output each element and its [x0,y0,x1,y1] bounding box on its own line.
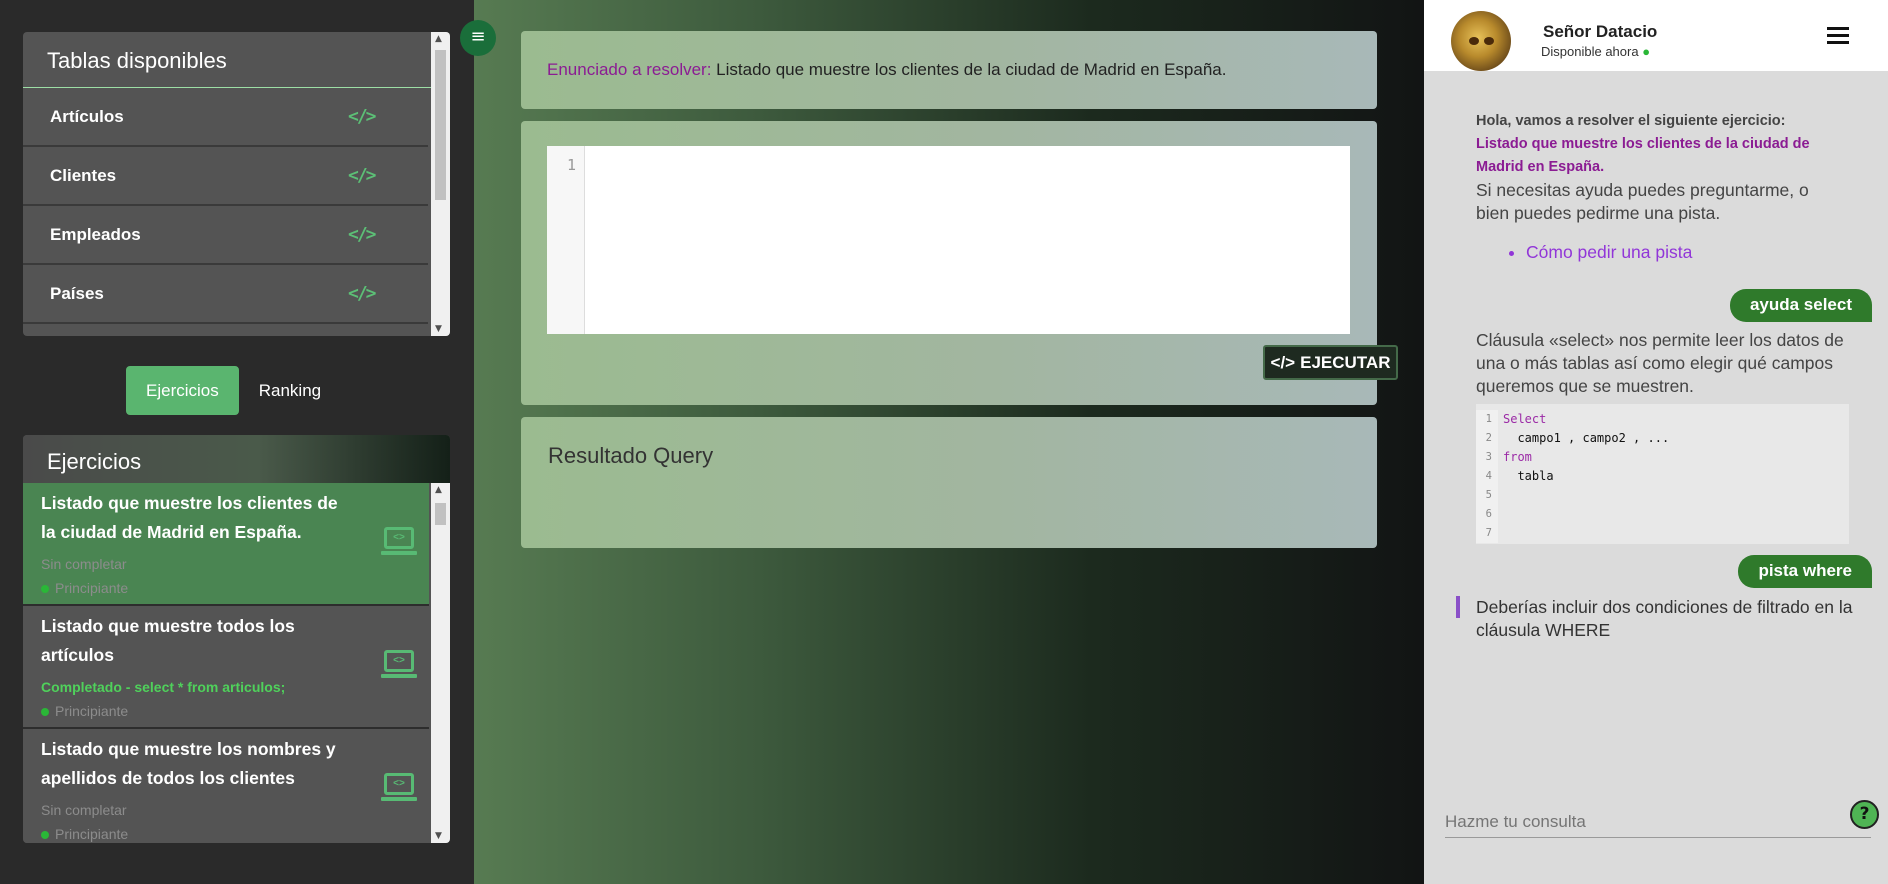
editor-gutter: 1 [547,146,585,334]
code-icon[interactable]: </> [348,283,376,304]
table-item-label: Empleados [50,224,141,244]
exercise-item[interactable]: Listado que muestre los nombres y apelli… [23,729,429,843]
editor-card: 1 </> EJECUTAR [521,121,1398,405]
exercises-scrollbar[interactable]: ▲ ▼ [431,483,450,843]
run-button[interactable]: </> EJECUTAR [1263,345,1398,380]
user-message: pista where [1738,555,1872,588]
exercise-title: Listado que muestre todos los artículos [41,616,295,665]
tables-panel: Tablas disponibles Artículos </> Cliente… [23,32,450,336]
avatar [1451,11,1511,71]
chat-header: Señor Datacio Disponible ahora ● [1424,0,1888,71]
exercise-level: Principiante [41,700,411,722]
laptop-code-icon[interactable]: <> [381,773,417,803]
tables-list: Artículos </> Clientes </> Empleados </>… [23,88,428,324]
scroll-up-arrow-icon[interactable]: ▲ [435,485,442,495]
code-snippet: 1234567 Select campo1 , campo2 , ... fro… [1476,404,1849,544]
main-workspace: Enunciado a resolver: Listado que muestr… [474,0,1424,884]
scroll-down-arrow-icon[interactable]: ▼ [435,324,442,334]
chat-input[interactable] [1445,807,1845,837]
exercise-status: Sin completar [41,556,127,572]
table-item-label: Artículos [50,106,124,126]
table-item-paises[interactable]: Países </> [23,265,428,324]
tables-panel-title: Tablas disponibles [23,32,450,88]
menu-toggle-icon[interactable]: ≡ [460,20,496,56]
result-card: Resultado Query [521,417,1377,548]
laptop-code-icon[interactable]: <> [381,650,417,680]
statement-text: Listado que muestre los clientes de la c… [711,60,1227,79]
intro-help-text: Si necesitas ayuda puedes preguntarme, o… [1476,180,1809,223]
bot-message-hint: Deberías incluir dos condiciones de filt… [1476,597,1853,640]
code-content: Select campo1 , campo2 , ... from tabla [1503,412,1670,483]
bot-name: Señor Datacio [1543,22,1658,41]
help-button[interactable]: ? [1850,800,1879,829]
scroll-up-arrow-icon[interactable]: ▲ [435,34,442,44]
code-icon[interactable]: </> [348,106,376,127]
user-message: ayuda select [1729,289,1872,322]
laptop-code-icon[interactable]: <> [381,527,417,557]
exercise-item[interactable]: Listado que muestre todos los artículos … [23,606,429,729]
table-item-empleados[interactable]: Empleados </> [23,206,428,265]
bot-message-select: Cláusula «select» nos permite leer los d… [1476,330,1844,396]
hint-marker [1456,596,1460,618]
level-dot-icon [41,831,49,839]
code-icon: </> [1270,352,1296,372]
exercises-panel-title: Ejercicios [23,435,450,483]
level-dot-icon [41,708,49,716]
scroll-down-arrow-icon[interactable]: ▼ [435,831,442,841]
online-dot-icon: ● [1642,44,1651,59]
hint-link[interactable]: Cómo pedir una pista [1526,241,1836,264]
scrollbar-thumb[interactable] [435,503,446,525]
scrollbar-thumb[interactable] [435,50,446,200]
exercises-list: Listado que muestre los clientes de la c… [23,483,429,843]
chat-panel: Señor Datacio Disponible ahora ● Hola, v… [1424,0,1888,884]
exercise-status: Completado - select * from articulos; [41,679,286,695]
tab-ranking[interactable]: Ranking [239,366,341,415]
table-item-label: Clientes [50,165,117,185]
table-item-articulos[interactable]: Artículos </> [23,88,428,147]
statement-label: Enunciado a resolver: [547,60,712,79]
code-line-numbers: 1234567 [1476,410,1498,543]
bot-status: Disponible ahora ● [1541,44,1651,59]
bot-message-intro: Hola, vamos a resolver el siguiente ejer… [1476,110,1836,264]
tables-scrollbar[interactable]: ▲ ▼ [431,32,450,336]
exercise-title: Listado que muestre los clientes de la c… [41,493,338,542]
intro-exercise-text: Listado que muestre los clientes de la c… [1476,136,1810,175]
exercise-level: Principiante [41,823,411,843]
exercise-item[interactable]: Listado que muestre los clientes de la c… [23,483,429,606]
hamburger-menu-icon[interactable] [1827,27,1849,45]
code-icon[interactable]: </> [348,224,376,245]
exercises-panel: Ejercicios Listado que muestre los clien… [23,435,450,843]
exercise-title: Listado que muestre los nombres y apelli… [41,739,336,788]
exercise-status: Sin completar [41,802,127,818]
left-sidebar: Tablas disponibles Artículos </> Cliente… [0,0,474,884]
exercise-level: Principiante [41,577,411,599]
input-underline [1445,837,1871,838]
sidebar-tabs: Ejercicios Ranking [126,366,341,415]
table-item-label: Países [50,283,104,303]
level-dot-icon [41,585,49,593]
table-item-clientes[interactable]: Clientes </> [23,147,428,206]
sql-editor[interactable]: 1 [547,146,1350,334]
code-icon[interactable]: </> [348,165,376,186]
tab-ejercicios[interactable]: Ejercicios [126,366,239,415]
result-title: Resultado Query [548,443,714,468]
statement-card: Enunciado a resolver: Listado que muestr… [521,31,1377,109]
